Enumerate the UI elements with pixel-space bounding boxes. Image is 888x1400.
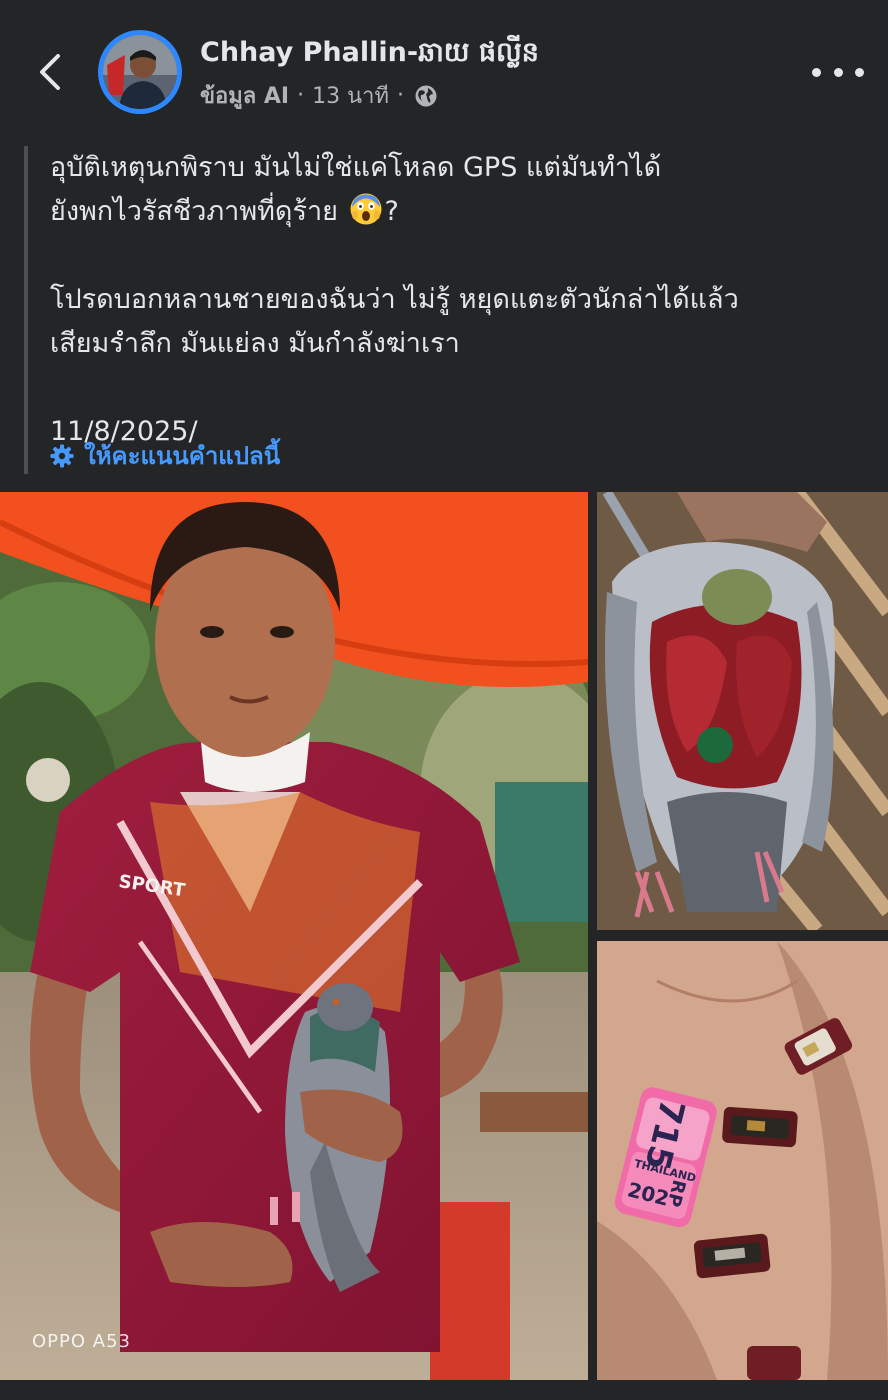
gear-icon — [50, 444, 74, 467]
more-dot — [833, 67, 843, 77]
post-meta: ข้อมูล AI · 13 นาที · — [200, 78, 438, 113]
author-name[interactable]: Chhay Phallin-ឆាយ ផល្លីន — [200, 36, 539, 75]
back-button[interactable] — [28, 50, 72, 94]
camera-watermark: OPPO A53 — [32, 1331, 131, 1352]
more-dot — [812, 67, 821, 77]
post-line-3: โปรดบอกหลานชายของฉันว่า ไม่รู้ หยุดแตะตั… — [50, 284, 739, 315]
author-avatar[interactable] — [98, 30, 182, 114]
more-dot — [855, 67, 864, 77]
translation-quote-bar — [24, 146, 28, 474]
meta-separator-2: · — [397, 83, 404, 108]
globe-icon — [414, 84, 438, 108]
post-line-2-suffix: ? — [384, 196, 399, 227]
feed-bottom-strip — [0, 1380, 888, 1400]
ai-info-label[interactable]: ข้อมูล AI — [200, 78, 289, 113]
post-time[interactable]: 13 นาที — [312, 78, 389, 113]
more-options-button[interactable] — [812, 54, 864, 90]
photo-dissected-pigeon[interactable] — [597, 492, 888, 930]
post-header: Chhay Phallin-ឆាយ ផល្លីន ข้อมูล AI · 13 … — [0, 0, 888, 140]
photo-leg-rings-in-hand[interactable]: 715 THAILAND 202 RP — [597, 941, 888, 1380]
avatar-image — [103, 35, 177, 109]
post-text: อุบัติเหตุนกพิราบ มันไม่ใช่แค่โหลด GPS แ… — [50, 146, 850, 454]
post-line-2-text: ยังพกไวรัสชีวภาพที่ดุร้าย — [50, 196, 338, 227]
post-line-1: อุบัติเหตุนกพิราบ มันไม่ใช่แค่โหลด GPS แ… — [50, 152, 662, 183]
rate-translation-label: ให้คะแนนคำแปลนี้ — [84, 442, 281, 470]
photo-man-holding-pigeon[interactable]: SPORT OPPO A53 — [0, 492, 588, 1380]
paragraph-gap-2 — [50, 366, 850, 410]
meta-separator: · — [297, 83, 305, 108]
chevron-left-icon — [40, 54, 60, 90]
post-line-4: เสียมรำลึก มันแย่ลง มันกำลังฆ่าเรา — [50, 328, 460, 359]
screaming-face-emoji — [350, 193, 382, 225]
rate-translation-link[interactable]: ให้คะแนนคำแปลนี้ — [50, 436, 280, 475]
post-line-2: ยังพกไวรัสชีวภาพที่ดุร้าย ? — [50, 190, 850, 234]
